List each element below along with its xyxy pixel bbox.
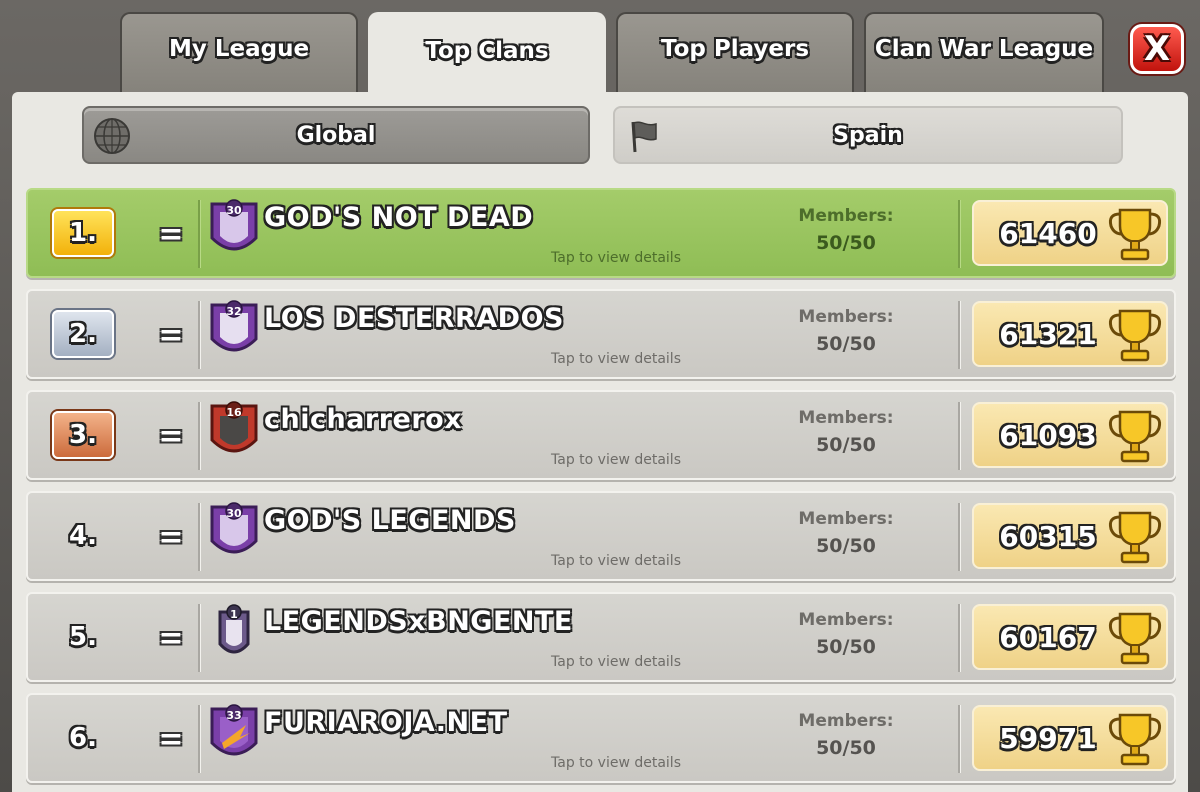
divider [958,604,960,672]
trophy-count: 61093 [999,418,1097,452]
rank-badge: 1. [52,209,114,257]
clan-level: 32 [226,305,242,318]
tab-top-clans[interactable]: Top Clans [368,12,606,98]
trophy-count: 60315 [999,519,1097,553]
clan-name: chicharrerox [264,404,463,435]
tab-clan-war-league[interactable]: Clan War League [864,12,1104,94]
rank-badge: 3. [52,411,114,459]
trophy-count: 61321 [999,317,1097,351]
leaderboard-window: My League Top Clans Top Players Clan War… [0,0,1200,792]
rank-change: = [158,418,184,454]
members-count: 50/50 [816,333,876,355]
rank-number: 6. [69,723,97,753]
divider [958,200,960,268]
trophy-icon [1108,208,1162,261]
trophy-box: 61321 [972,301,1168,367]
rank-badge: 2. [52,310,114,358]
members-label: Members: [798,509,894,529]
tap-hint: Tap to view details [551,553,681,569]
clan-row[interactable]: 3. = 16 chicharrerox Tap to view details… [26,390,1176,480]
members-count: 50/50 [816,636,876,658]
members-label: Members: [798,610,894,630]
divider [958,705,960,773]
global-filter-button[interactable]: Global [82,106,590,164]
divider [198,705,200,773]
members-label: Members: [798,307,894,327]
trophy-box: 61460 [972,200,1168,266]
members-label: Members: [798,206,894,226]
clan-row[interactable]: 5. = 1 LEGENDSxBNGENTE Tap to view detai… [26,592,1176,682]
clan-name: LOS DESTERRADOS [264,303,564,334]
clan-name: GOD'S NOT DEAD [264,202,534,233]
flag-icon [631,121,657,153]
tab-my-league[interactable]: My League [120,12,358,94]
trophy-box: 60167 [972,604,1168,670]
trophy-box: 60315 [972,503,1168,569]
clan-row[interactable]: 6. = 33 FURIAROJA.NET Tap to view detail… [26,693,1176,783]
clan-row[interactable]: 4. = 30 GOD'S LEGENDS Tap to view detail… [26,491,1176,581]
global-filter-label: Global [296,122,376,148]
tap-hint: Tap to view details [551,250,681,266]
tab-top-players[interactable]: Top Players [616,12,854,94]
rank-change: = [158,519,184,555]
rank-number: 5. [69,622,97,652]
trophy-icon [1108,410,1162,463]
clan-level: 1 [230,608,238,621]
trophy-box: 61093 [972,402,1168,468]
members-count: 50/50 [816,232,876,254]
divider [198,200,200,268]
members-count: 50/50 [816,434,876,456]
clan-name: FURIAROJA.NET [264,707,508,738]
divider [958,503,960,571]
trophy-count: 61460 [999,216,1097,250]
rank-change: = [158,216,184,252]
top-clans-panel: Global Spain 1. = 30 GOD'S NOT DEAD Tap … [12,92,1188,792]
divider [198,604,200,672]
clan-name: GOD'S LEGENDS [264,505,516,536]
trophy-icon [1108,309,1162,362]
rank-change: = [158,620,184,656]
trophy-count: 59971 [999,721,1097,755]
trophy-count: 60167 [999,620,1097,654]
clan-level: 33 [226,709,242,722]
clan-level: 30 [226,204,242,217]
trophy-icon [1108,713,1162,766]
divider [958,402,960,470]
tap-hint: Tap to view details [551,654,681,670]
divider [198,503,200,571]
clan-row[interactable]: 2. = 32 LOS DESTERRADOS Tap to view deta… [26,289,1176,379]
members-count: 50/50 [816,737,876,759]
members-label: Members: [798,408,894,428]
rank-number: 4. [69,521,97,551]
members-count: 50/50 [816,535,876,557]
rank-change: = [158,317,184,353]
globe-icon [94,118,130,154]
rank-change: = [158,721,184,757]
divider [958,301,960,369]
trophy-icon [1108,612,1162,665]
divider [198,402,200,470]
clan-level: 30 [226,507,242,520]
close-button[interactable]: X [1130,24,1184,74]
tap-hint: Tap to view details [551,452,681,468]
spain-filter-button[interactable]: Spain [613,106,1123,164]
divider [198,301,200,369]
trophy-box: 59971 [972,705,1168,771]
members-label: Members: [798,711,894,731]
trophy-icon [1108,511,1162,564]
clan-name: LEGENDSxBNGENTE [264,606,573,637]
tap-hint: Tap to view details [551,755,681,771]
spain-filter-label: Spain [833,122,903,148]
clan-row[interactable]: 1. = 30 GOD'S NOT DEAD Tap to view detai… [26,188,1176,278]
tap-hint: Tap to view details [551,351,681,367]
clan-level: 16 [226,406,242,419]
